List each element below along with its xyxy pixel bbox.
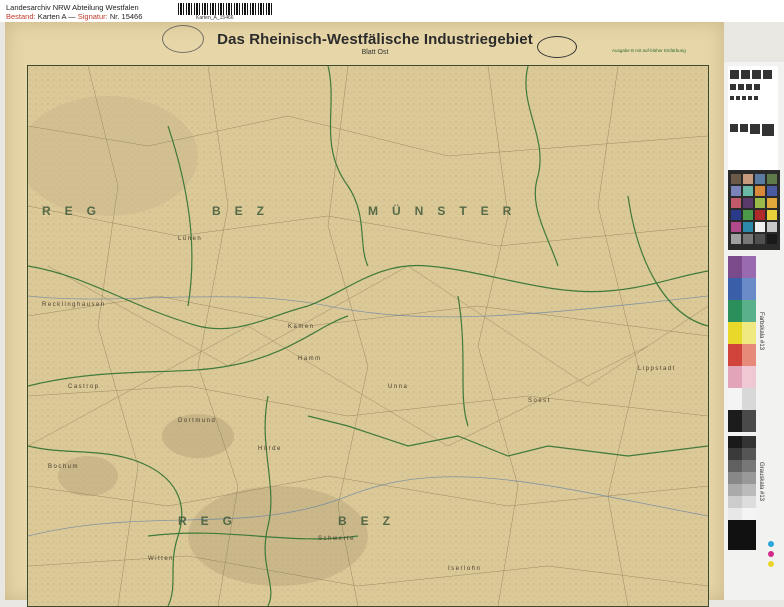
bestand-label: Bestand: [6,12,36,21]
archive-stamp-right [537,36,577,58]
archive-header: Landesarchiv NRW Abteilung Westfalen Bes… [0,0,784,22]
barcode [178,3,274,15]
color-patches [728,170,780,567]
bestand-value: Karten A [37,12,67,21]
place-label: Hörde [258,446,282,452]
archive-title: Landesarchiv NRW Abteilung Westfalen [6,3,139,12]
map-subtitle: Blatt Ost [361,49,389,56]
urban-area-bochum [58,456,118,496]
place-label: Unna [388,384,409,390]
region-reg-north: REG [42,204,111,218]
color-bars [728,256,756,432]
place-label: Castrop [68,384,100,390]
region-reg-south: REG [178,514,247,528]
color-scale-label: Farbskala #13 [758,312,764,351]
barcode-text: Karten_A_15466 [196,15,234,21]
place-label: Iserlohn [448,566,482,572]
archive-stamp-left [162,25,204,53]
place-label: Schwerte [318,536,356,542]
map-sheet: Das Rheinisch-Westfälische Industriegebi… [5,22,724,607]
place-label: Recklinghausen [42,302,106,308]
patch-grid [728,170,780,250]
scale-card-marks [730,70,774,136]
archive-signature: Bestand: Karten A — Signatur: Nr. 15466 [6,13,142,21]
region-bez-south: BEZ [338,514,404,528]
place-label: Lünen [178,236,203,242]
place-label: Hamm [298,356,322,362]
place-label: Witten [148,556,175,562]
place-label: Bochum [48,464,80,470]
color-calibration-strip: Farbskala #13 Grauskala #13 [724,62,784,600]
map-title: Das Rheinisch-Westfälische Industriegebi… [217,31,533,48]
separator: — [68,12,76,21]
edition-note: Ausgabe B mit auf-blüher Einfärbung [612,48,686,53]
map-frame: REG BEZ MÜNSTER REG BEZ Recklinghausen D… [27,65,709,607]
gray-scale-bars [728,436,774,567]
place-label: Kamen [288,324,315,330]
signatur-label: Signatur: [77,12,108,21]
place-label: Lippstadt [638,366,676,372]
region-muenster: MÜNSTER [368,204,526,218]
place-label: Soest [528,398,551,404]
region-bez-north: BEZ [212,204,278,218]
place-label: Dortmund [178,418,217,424]
signatur-value: Nr. 15466 [109,12,143,21]
scale-card [728,66,778,170]
gray-scale-label: Grauskala #13 [758,462,764,502]
